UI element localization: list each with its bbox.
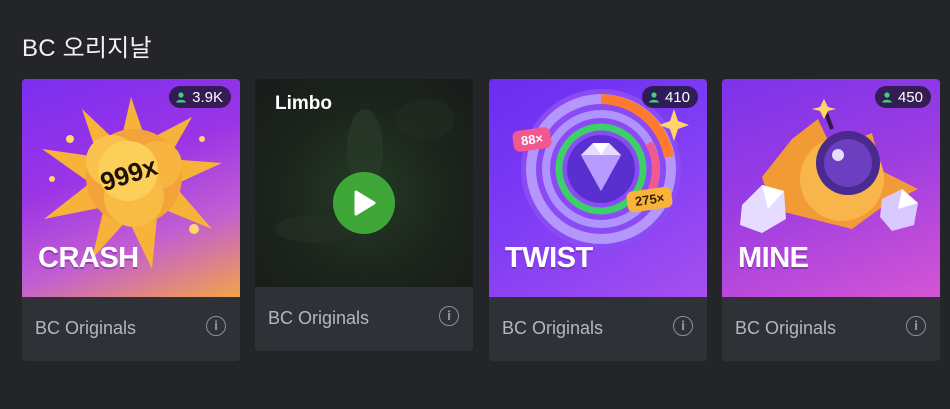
card-footer: BC Originals i [489,297,707,361]
game-card-mine[interactable]: 450 MINE BC Originals i [722,79,940,361]
user-icon [176,92,186,103]
card-footer: BC Originals i [22,297,240,361]
game-title: TWIST [505,242,593,274]
player-count: 450 [897,88,923,106]
game-title: CRASH [38,242,139,274]
game-thumbnail-twist[interactable]: 88× 275× 410 TWIST [489,79,707,297]
provider-label: BC Originals [268,308,370,328]
game-thumbnail-limbo[interactable]: Limbo [255,79,473,287]
play-icon [354,190,376,216]
section-title: BC 오리지날 [22,35,152,62]
player-count-badge: 450 [874,86,931,108]
player-count: 3.9K [192,88,223,106]
info-icon[interactable]: i [439,306,459,326]
card-footer: BC Originals i [722,297,940,361]
game-thumbnail-mine[interactable]: 450 MINE [722,79,940,297]
info-icon[interactable]: i [673,316,693,336]
card-footer: BC Originals i [255,287,473,351]
game-card-crash[interactable]: 999x 3.9K CRASH BC Originals i [22,79,240,361]
game-thumbnail-crash[interactable]: 999x 3.9K CRASH [22,79,240,297]
user-icon [882,92,892,103]
game-title: Limbo [275,93,332,114]
info-icon[interactable]: i [906,316,926,336]
provider-label: BC Originals [735,318,837,338]
user-icon [649,92,659,103]
player-count: 410 [664,88,690,106]
info-icon[interactable]: i [206,316,226,336]
game-title: MINE [738,242,809,274]
player-count-badge: 410 [641,86,698,108]
provider-label: BC Originals [35,318,137,338]
play-button[interactable] [333,172,395,234]
provider-label: BC Originals [502,318,604,338]
game-card-twist[interactable]: 88× 275× 410 TWIST BC Originals i [489,79,707,361]
player-count-badge: 3.9K [169,86,231,108]
game-card-limbo[interactable]: Limbo BC Originals i [255,79,473,351]
